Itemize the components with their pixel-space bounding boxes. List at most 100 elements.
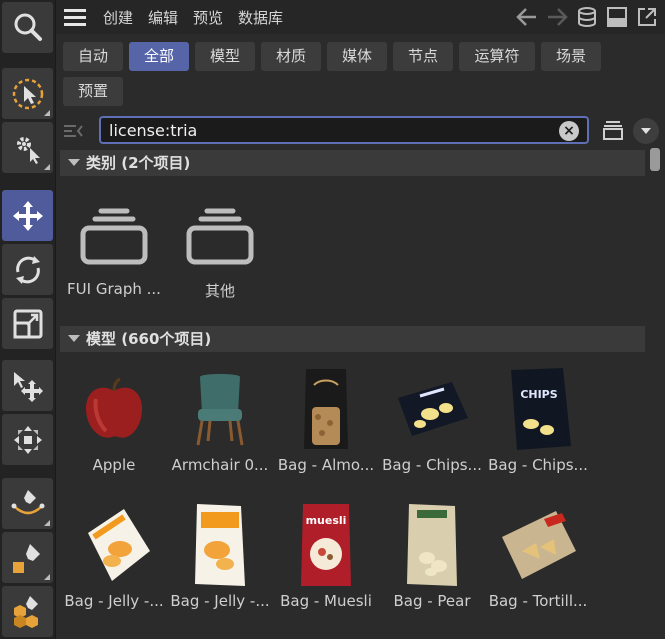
asset-grid: 类别 (2个项目) FUI Graph ... 其他 模型 (660个项目) A…: [56, 148, 646, 639]
menu-edit[interactable]: 编辑: [148, 7, 178, 28]
scale-tool-button[interactable]: [2, 298, 53, 349]
bag-chips-dark-thumbnail: CHIPS: [485, 364, 591, 454]
folder-stack-icon: [167, 188, 273, 278]
bag-muesli-thumbnail: muesli: [273, 500, 379, 590]
menubar-icon-group: [515, 0, 659, 34]
model-label: Bag - Tortill...: [488, 592, 588, 610]
transform-cursor-icon: [13, 371, 43, 402]
collapse-triangle-icon[interactable]: [68, 159, 80, 166]
snap-transform-button[interactable]: [2, 414, 53, 465]
chip-operators[interactable]: 运算符: [459, 42, 535, 71]
collapse-triangle-icon[interactable]: [68, 335, 80, 342]
model-label: Armchair 0...: [171, 456, 269, 474]
search-row: ×: [56, 114, 665, 148]
scrollbar-thumb[interactable]: [650, 148, 660, 171]
section-header-categories[interactable]: 类别 (2个项目): [60, 150, 645, 176]
view-options-icon[interactable]: [601, 118, 625, 142]
model-item[interactable]: Bag - Jelly -...: [167, 500, 273, 610]
category-label: FUI Graph ...: [67, 280, 161, 298]
asset-browser-window: 创建 编辑 预览 数据库 自动 全部 模型 材质 媒体 节点 运算符 场景 预置…: [0, 0, 665, 639]
model-item[interactable]: Bag - Pear: [379, 500, 485, 610]
back-arrow-icon[interactable]: [515, 5, 539, 29]
submenu-indicator: [44, 574, 50, 580]
search-input[interactable]: [109, 118, 549, 142]
menu-create[interactable]: 创建: [103, 7, 133, 28]
svg-text:CHIPS: CHIPS: [520, 388, 557, 401]
chip-nodes[interactable]: 节点: [393, 42, 453, 71]
chip-scenes[interactable]: 场景: [541, 42, 601, 71]
scale-icon: [13, 309, 42, 338]
folder-stack-icon: [61, 188, 167, 278]
vertical-scrollbar[interactable]: [650, 148, 660, 639]
submenu-indicator: [44, 110, 50, 116]
section-title: 类别 (2个项目): [86, 154, 191, 172]
model-label: Bag - Jelly -...: [64, 592, 164, 610]
clear-search-icon[interactable]: ×: [559, 121, 579, 141]
database-icon[interactable]: [575, 5, 599, 29]
model-item[interactable]: Bag - Chips...: [379, 364, 485, 474]
move-tool-button[interactable]: [2, 190, 53, 241]
model-label: Bag - Almo...: [277, 456, 375, 474]
chip-auto[interactable]: 自动: [63, 42, 123, 71]
options-dropdown-icon[interactable]: [633, 118, 659, 144]
submenu-indicator: [44, 164, 50, 170]
chip-presets[interactable]: 预置: [63, 77, 123, 106]
model-label: Bag - Jelly -...: [170, 592, 270, 610]
search-box: ×: [99, 116, 589, 144]
pen-curve-icon: [11, 489, 44, 514]
bag-chips-thumbnail: [379, 364, 485, 454]
magnifier-icon: [14, 13, 42, 41]
live-selection-icon: [12, 78, 43, 109]
model-label: Bag - Chips...: [488, 456, 588, 474]
tool-rail: [0, 0, 56, 639]
bag-jelly-2-thumbnail: [167, 500, 273, 590]
forward-arrow-icon[interactable]: [545, 5, 569, 29]
bag-tortilla-thumbnail: [485, 500, 591, 590]
search-tool-button[interactable]: [2, 2, 53, 53]
gear-cursor-icon: [16, 136, 40, 164]
model-item[interactable]: Bag - Jelly -...: [61, 500, 167, 610]
model-item[interactable]: Bag - Tortill...: [485, 500, 591, 610]
panel-layout-icon[interactable]: [605, 5, 629, 29]
filter-list-icon[interactable]: [62, 120, 86, 142]
menu-database[interactable]: 数据库: [238, 7, 283, 28]
pen-cubes-button[interactable]: [2, 586, 53, 637]
section-header-models[interactable]: 模型 (660个项目): [60, 326, 645, 352]
rotate-tool-button[interactable]: [2, 244, 53, 295]
model-item[interactable]: Apple: [61, 364, 167, 474]
section-title: 模型 (660个项目): [86, 330, 212, 348]
tweak-tool-button[interactable]: [2, 122, 53, 173]
menu-bar: 创建 编辑 预览 数据库: [56, 0, 665, 34]
bag-jelly-thumbnail: [61, 500, 167, 590]
spline-pen-button[interactable]: [2, 478, 53, 529]
model-item[interactable]: Bag - Almo...: [273, 364, 379, 474]
pen-shape-button[interactable]: [2, 532, 53, 583]
model-item[interactable]: Armchair 0...: [167, 364, 273, 474]
model-label: Bag - Muesli: [280, 592, 372, 610]
model-label: Apple: [92, 456, 136, 474]
chip-all[interactable]: 全部: [129, 42, 189, 71]
bag-pear-thumbnail: [379, 500, 485, 590]
rotate-icon: [15, 255, 40, 284]
apple-thumbnail: [61, 364, 167, 454]
hamburger-menu-icon[interactable]: [64, 0, 88, 34]
selection-tool-button[interactable]: [2, 68, 53, 119]
move-arrows-icon: [12, 200, 43, 231]
chip-media[interactable]: 媒体: [327, 42, 387, 71]
submenu-indicator: [44, 520, 50, 526]
model-label: Bag - Pear: [393, 592, 471, 610]
pen-square-icon: [12, 543, 40, 573]
category-item[interactable]: 其他: [167, 188, 273, 301]
chip-models[interactable]: 模型: [195, 42, 255, 71]
transform-tool-button[interactable]: [2, 360, 53, 411]
svg-text:muesli: muesli: [306, 514, 347, 527]
chip-materials[interactable]: 材质: [261, 42, 321, 71]
model-item[interactable]: muesli Bag - Muesli: [273, 500, 379, 610]
open-external-icon[interactable]: [635, 5, 659, 29]
quad-arrows-icon: [13, 425, 42, 454]
armchair-thumbnail: [167, 364, 273, 454]
menu-preview[interactable]: 预览: [193, 7, 223, 28]
bag-almond-thumbnail: [273, 364, 379, 454]
model-item[interactable]: CHIPS Bag - Chips...: [485, 364, 591, 474]
category-item[interactable]: FUI Graph ...: [61, 188, 167, 298]
